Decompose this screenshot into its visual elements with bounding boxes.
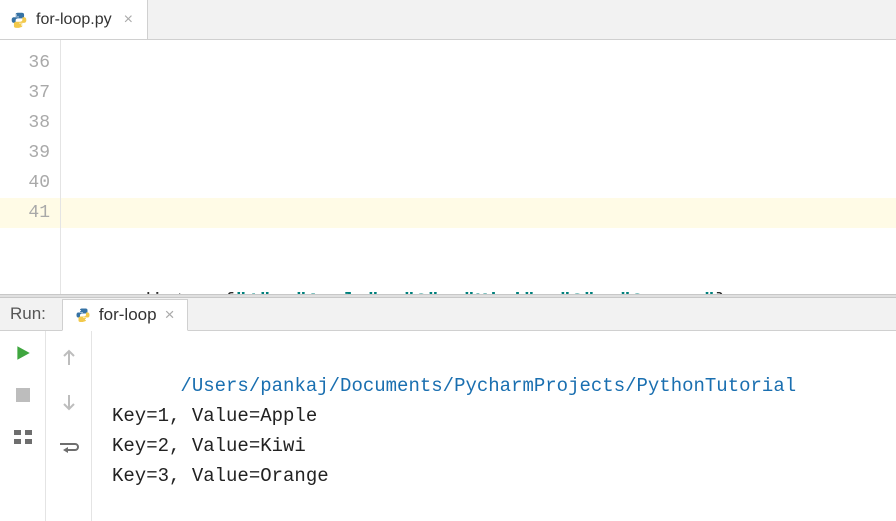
line-number: 37 [28,83,50,103]
python-file-icon [10,11,28,29]
console-line: Key=2, Value=Kiwi [112,435,306,457]
scroll-up-button[interactable] [57,345,81,369]
code-line: my_dict = {"1": "Apple", "2": "Kiwi", "3… [103,288,896,294]
editor-tabbar: for-loop.py × [0,0,896,40]
line-number: 36 [28,53,50,73]
scroll-down-button[interactable] [57,391,81,415]
code-editor[interactable]: 36 37 38 39 40 41 my_dict = {"1": "Apple… [0,40,896,294]
run-toolbar-secondary [46,331,92,521]
run-header: Run: for-loop × [0,298,896,331]
line-number-gutter: 36 37 38 39 40 41 [0,40,60,294]
run-label: Run: [10,304,46,324]
code-area[interactable]: my_dict = {"1": "Apple", "2": "Kiwi", "3… [60,40,896,294]
editor-tab-for-loop[interactable]: for-loop.py × [0,0,148,39]
line-number: 38 [28,113,50,133]
layout-icon [14,430,32,444]
console-output[interactable]: /Users/pankaj/Documents/PycharmProjects/… [92,331,896,521]
rerun-button[interactable] [11,341,35,365]
close-tab-icon[interactable]: × [124,11,133,29]
arrow-down-icon [62,394,76,412]
current-line-highlight [61,198,896,228]
run-tab[interactable]: for-loop × [62,299,188,331]
close-run-tab-icon[interactable]: × [165,305,175,325]
stop-button[interactable] [11,383,35,407]
console-line: Key=3, Value=Orange [112,465,329,487]
run-tool-window: Run: for-loop × [0,298,896,508]
line-number: 39 [28,143,50,163]
soft-wrap-icon [59,441,79,457]
console-path: /Users/pankaj/Documents/PycharmProjects/… [180,375,796,397]
run-toolbar-primary [0,331,46,521]
layout-button[interactable] [11,425,35,449]
editor-tab-label: for-loop.py [36,11,112,29]
python-run-icon [75,307,91,323]
play-icon [14,344,32,362]
line-number: 41 [0,198,60,228]
run-tab-label: for-loop [99,305,157,325]
soft-wrap-button[interactable] [57,437,81,461]
run-body: /Users/pankaj/Documents/PycharmProjects/… [0,331,896,521]
stop-icon [16,388,30,402]
arrow-up-icon [62,348,76,366]
console-line: Key=1, Value=Apple [112,405,317,427]
code-line [103,168,896,198]
line-number: 40 [28,173,50,193]
